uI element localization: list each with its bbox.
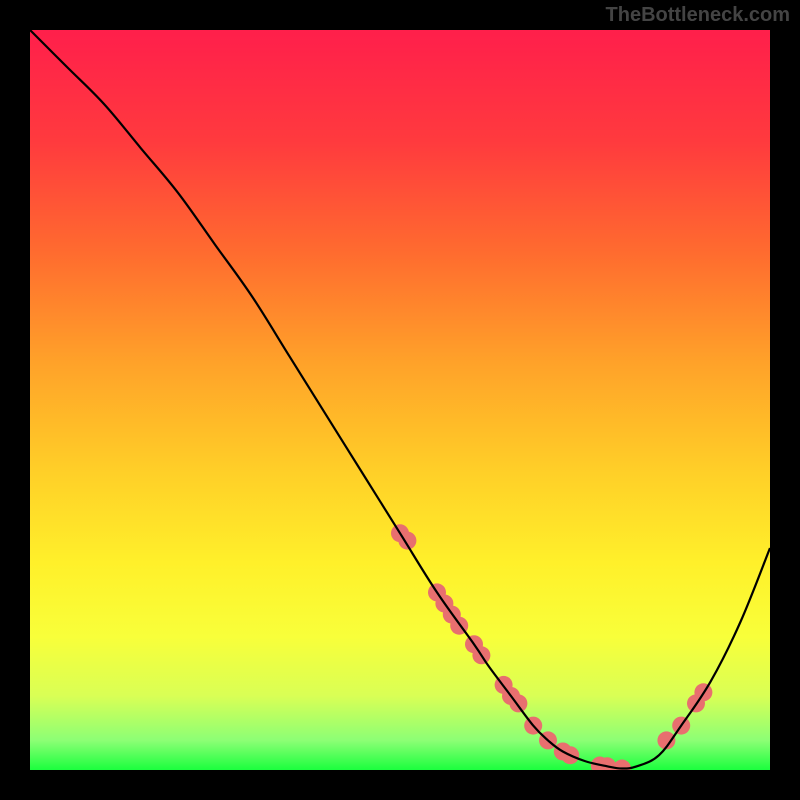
chart-background	[30, 30, 770, 770]
watermark-text: TheBottleneck.com	[606, 4, 790, 27]
chart-frame: TheBottleneck.com	[0, 0, 800, 800]
chart-svg	[30, 30, 770, 770]
chart-plot-area	[30, 30, 770, 770]
